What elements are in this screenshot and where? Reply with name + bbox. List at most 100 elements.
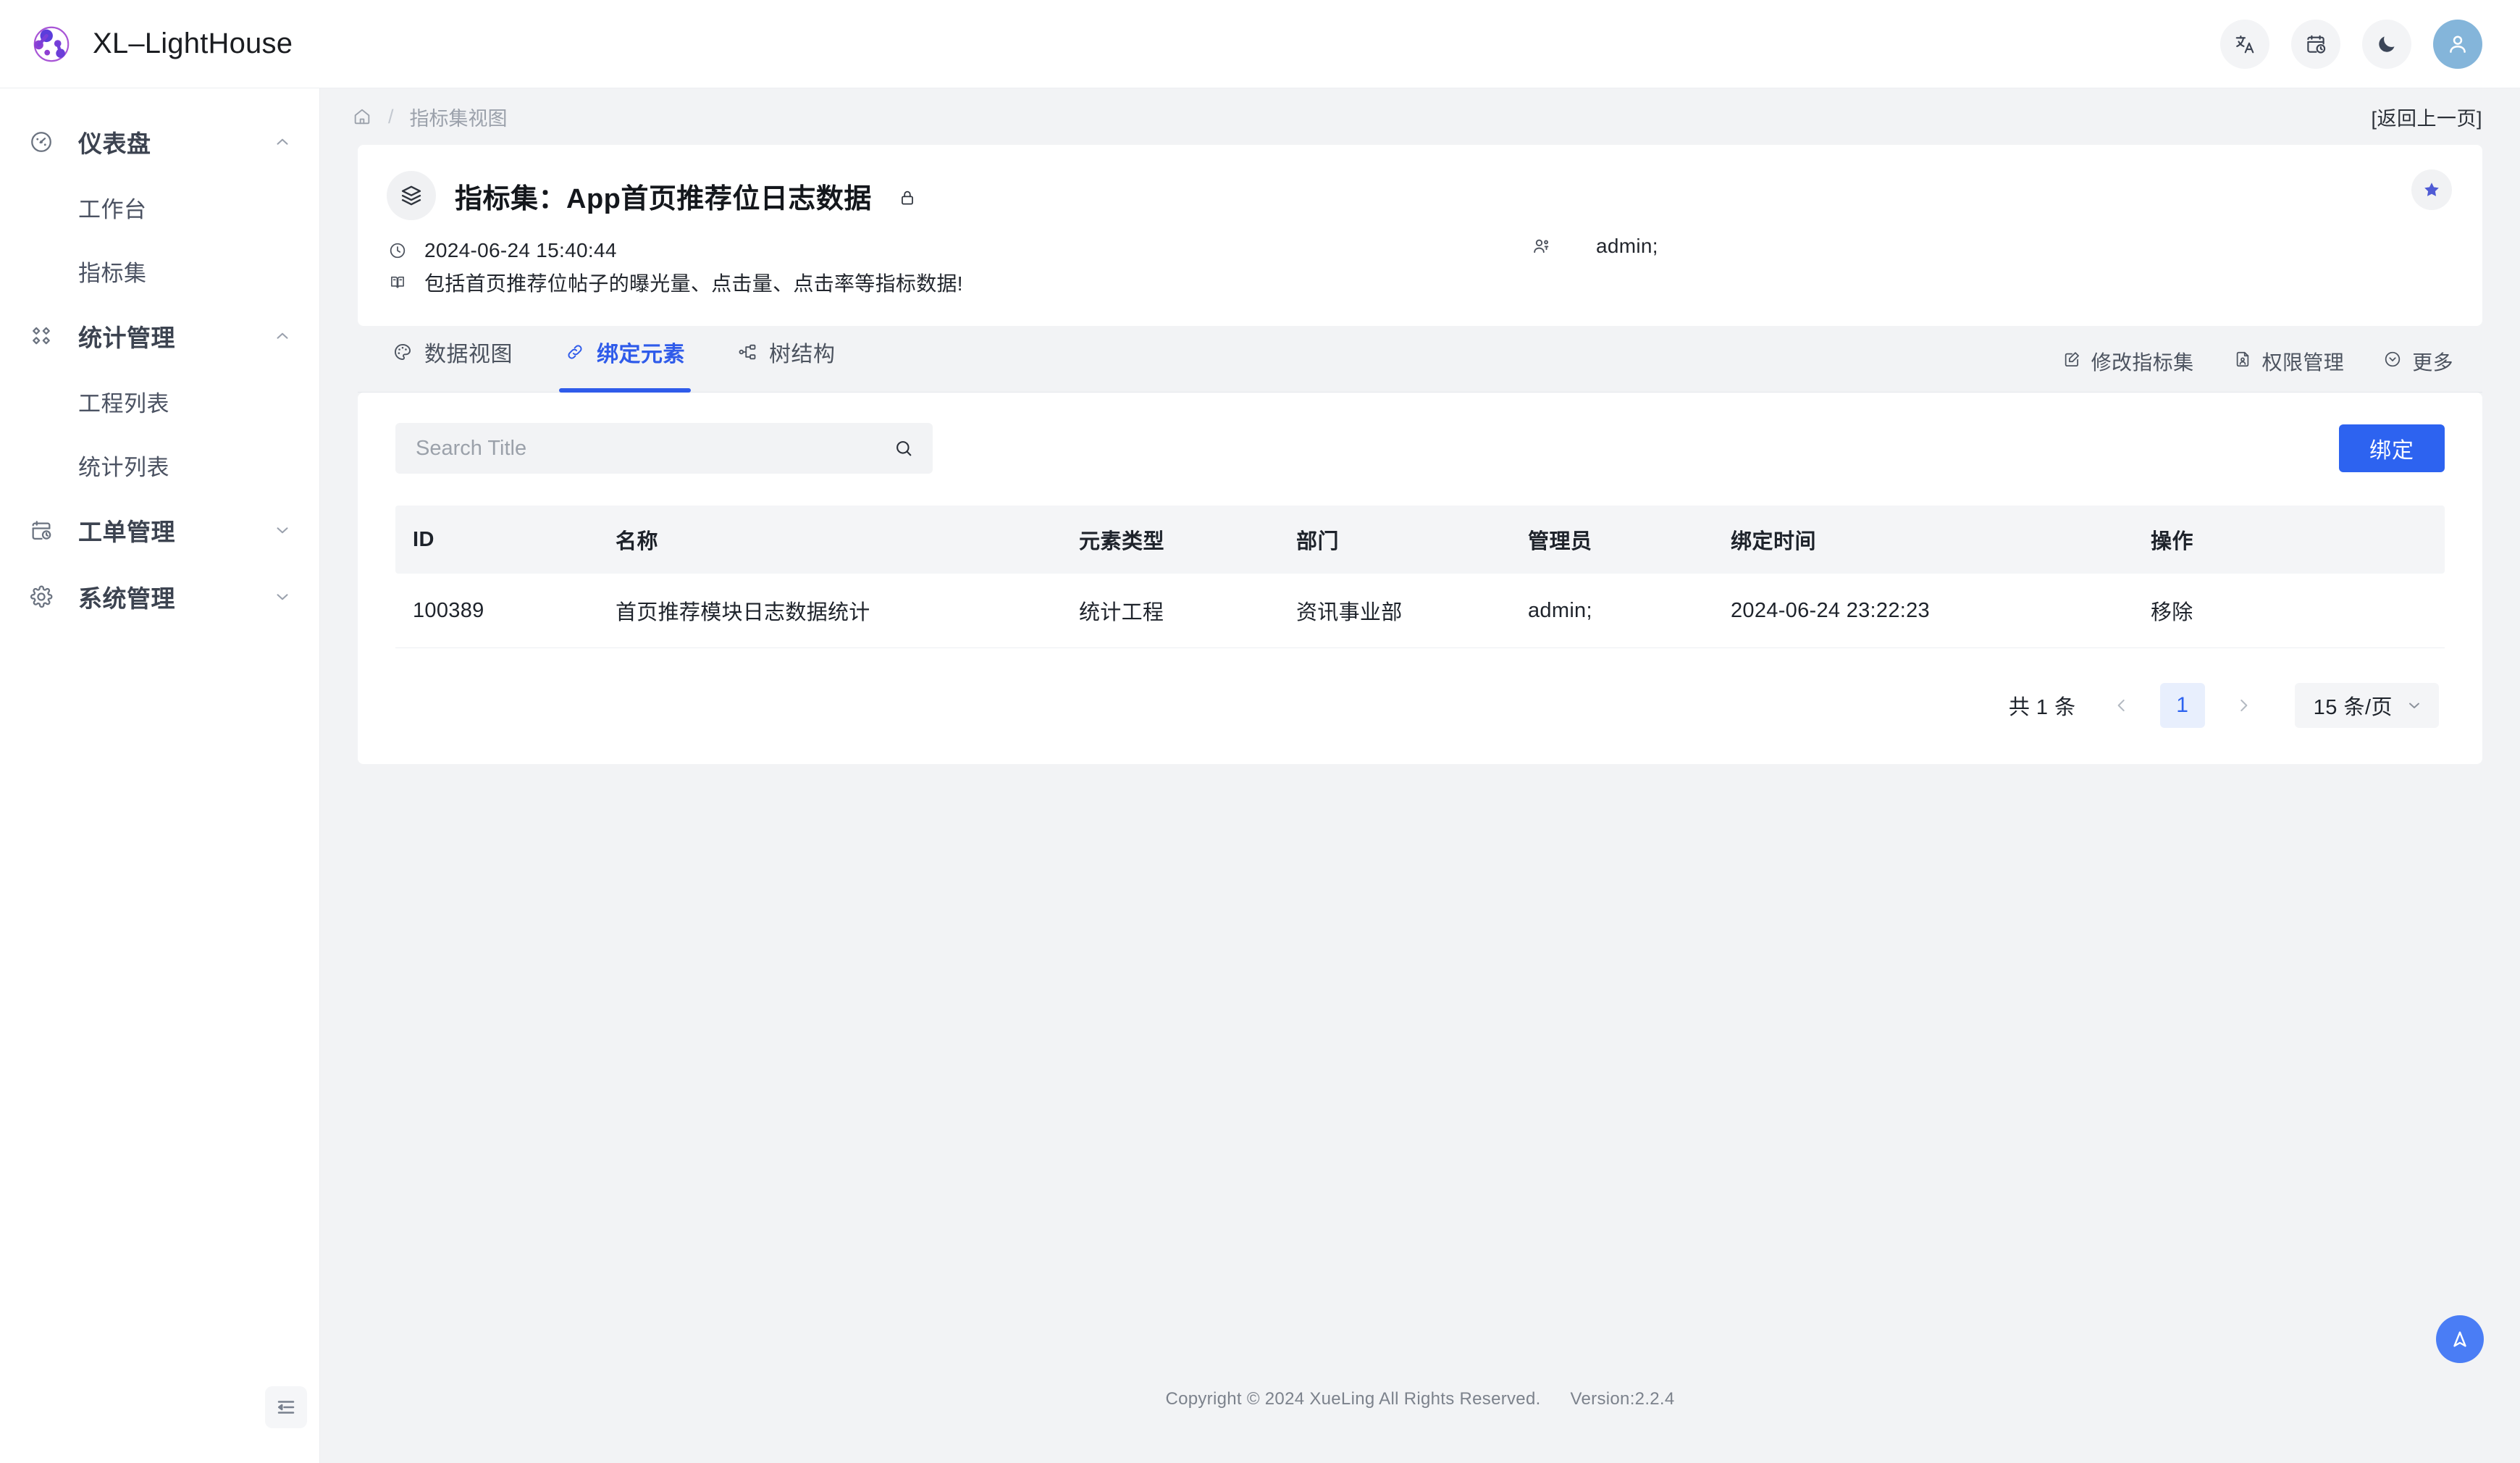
- remove-link[interactable]: 移除: [2133, 574, 2445, 648]
- body: 仪表盘 工作台 指标集 统计管理 工程列表: [0, 88, 2520, 1463]
- users-icon: [1531, 236, 1553, 256]
- permission-management-button[interactable]: 权限管理: [2233, 347, 2345, 376]
- tab-tree-structure[interactable]: 树结构: [731, 326, 841, 392]
- metric-set-time-row: 2024-06-24 15:40:44: [387, 235, 1531, 267]
- dashboard-icon: [25, 130, 58, 154]
- search-input[interactable]: [416, 437, 894, 461]
- tab-data-view[interactable]: 数据视图: [387, 326, 518, 392]
- sidebar-group-statistics[interactable]: 统计管理: [0, 303, 319, 369]
- search-icon[interactable]: [894, 438, 914, 458]
- cell-dept: 资讯事业部: [1279, 574, 1511, 648]
- back-link[interactable]: [返回上一页]: [2371, 103, 2482, 131]
- page-title: 指标集：App首页推荐位日志数据: [455, 176, 872, 216]
- page-size-select[interactable]: 15 条/页: [2295, 683, 2439, 728]
- pagination-total: 共 1 条: [2009, 690, 2076, 721]
- sidebar-item-project-list[interactable]: 工程列表: [0, 369, 319, 433]
- chevron-up-icon: [273, 327, 292, 345]
- more-button[interactable]: 更多: [2383, 347, 2453, 376]
- molecule-logo-icon: [29, 22, 74, 67]
- brand-name: XL–LightHouse: [93, 28, 293, 60]
- bind-elements-panel: 绑定 ID 名称 元素类型 部门 管理员 绑定时间 操作: [358, 393, 2482, 764]
- dark-mode-icon[interactable]: [2362, 20, 2411, 69]
- cell-admin: admin;: [1511, 574, 1713, 648]
- cell-id: 100389: [395, 574, 598, 648]
- table-col-id: ID: [395, 506, 598, 574]
- collapse-sidebar-icon[interactable]: [265, 1386, 307, 1428]
- footer-copyright: Copyright © 2024 XueLing All Rights Rese…: [1165, 1389, 1540, 1409]
- table-col-action: 操作: [2133, 506, 2445, 574]
- page-size-label: 15 条/页: [2314, 690, 2393, 721]
- user-avatar-icon[interactable]: [2433, 20, 2482, 69]
- main-content: / 指标集视图 [返回上一页] 指标集：App首页推荐位日志数据: [320, 88, 2520, 1463]
- sidebar-group-dashboard[interactable]: 仪表盘: [0, 109, 319, 175]
- sidebar-group-label: 仪表盘: [78, 125, 273, 159]
- table-col-admin: 管理员: [1511, 506, 1713, 574]
- sidebar-group-label: 工单管理: [78, 513, 273, 548]
- gear-icon: [25, 584, 58, 609]
- scroll-to-top-icon[interactable]: [2436, 1315, 2484, 1363]
- file-user-icon: [2233, 350, 2252, 374]
- table-head: ID 名称 元素类型 部门 管理员 绑定时间 操作: [395, 506, 2445, 574]
- edit-square-icon: [2062, 350, 2081, 374]
- header-card-wrap: 指标集：App首页推荐位日志数据: [358, 145, 2482, 326]
- pagination-page-1[interactable]: 1: [2160, 683, 2205, 728]
- sidebar-group-workorder[interactable]: 工单管理: [0, 497, 319, 563]
- clock-icon: [387, 241, 408, 260]
- chevron-left-icon[interactable]: [2102, 686, 2141, 725]
- palette-icon: [392, 342, 413, 362]
- pagination: 共 1 条 1 15 条/页: [395, 648, 2445, 739]
- bind-elements-table: ID 名称 元素类型 部门 管理员 绑定时间 操作 100389 首页推荐模块日: [395, 506, 2445, 648]
- chevron-down-icon: [273, 587, 292, 606]
- tab-label: 绑定元素: [597, 336, 685, 368]
- book-icon: [387, 273, 408, 292]
- sidebar-item-workbench[interactable]: 工作台: [0, 175, 319, 239]
- blocks-icon: [25, 324, 58, 348]
- sidebar-item-metric-set[interactable]: 指标集: [0, 239, 319, 303]
- chevron-up-icon: [273, 133, 292, 151]
- chevron-right-icon[interactable]: [2224, 686, 2263, 725]
- table-col-type: 元素类型: [1062, 506, 1279, 574]
- tab-action-label: 修改指标集: [2091, 347, 2194, 376]
- sidebar: 仪表盘 工作台 指标集 统计管理 工程列表: [0, 88, 320, 1463]
- cell-bindtime: 2024-06-24 23:22:23: [1713, 574, 2133, 648]
- metric-set-owner: admin;: [1596, 235, 1658, 258]
- tab-bind-elements[interactable]: 绑定元素: [559, 326, 691, 392]
- sidebar-group-label: 系统管理: [78, 579, 273, 614]
- main-spacer: [320, 764, 2520, 1389]
- tab-action-label: 权限管理: [2262, 347, 2345, 376]
- app-root: XL–LightHouse: [0, 0, 2520, 1463]
- breadcrumb-separator: /: [388, 106, 394, 128]
- lock-icon: [898, 188, 917, 207]
- metric-set-header-card: 指标集：App首页推荐位日志数据: [358, 145, 2482, 326]
- home-icon[interactable]: [352, 106, 372, 127]
- footer: Copyright © 2024 XueLing All Rights Rese…: [320, 1389, 2520, 1463]
- layers-icon: [387, 171, 436, 220]
- top-bar: XL–LightHouse: [0, 0, 2520, 88]
- chevron-down-icon: [273, 521, 292, 540]
- sidebar-item-statistics-list[interactable]: 统计列表: [0, 433, 319, 497]
- edit-metric-set-button[interactable]: 修改指标集: [2062, 347, 2194, 376]
- search-box[interactable]: [395, 423, 933, 474]
- metric-set-time: 2024-06-24 15:40:44: [424, 239, 617, 262]
- breadcrumb-bar: / 指标集视图 [返回上一页]: [320, 88, 2520, 145]
- table-body: 100389 首页推荐模块日志数据统计 统计工程 资讯事业部 admin; 20…: [395, 574, 2445, 648]
- metric-set-meta: 2024-06-24 15:40:44: [387, 235, 2450, 298]
- translate-icon[interactable]: [2220, 20, 2269, 69]
- metric-set-meta-left: 2024-06-24 15:40:44: [387, 235, 1531, 298]
- table-col-dept: 部门: [1279, 506, 1511, 574]
- tab-label: 树结构: [769, 336, 836, 368]
- table-header-row: ID 名称 元素类型 部门 管理员 绑定时间 操作: [395, 506, 2445, 574]
- breadcrumb-current: 指标集视图: [410, 103, 508, 131]
- sidebar-group-system[interactable]: 系统管理: [0, 563, 319, 630]
- metric-set-title-row: 指标集：App首页推荐位日志数据: [387, 171, 2450, 220]
- tab-action-group: 修改指标集 权限管理: [2062, 347, 2453, 392]
- brand[interactable]: XL–LightHouse: [29, 22, 293, 67]
- link-icon: [565, 342, 585, 362]
- table-row[interactable]: 100389 首页推荐模块日志数据统计 统计工程 资讯事业部 admin; 20…: [395, 574, 2445, 648]
- star-icon[interactable]: [2411, 169, 2452, 210]
- tree-structure-icon: [737, 342, 757, 362]
- circle-chevron-down-icon: [2383, 350, 2402, 374]
- bind-button[interactable]: 绑定: [2339, 424, 2445, 472]
- metric-set-owner-row: admin;: [1531, 235, 1658, 258]
- schedule-icon[interactable]: [2291, 20, 2340, 69]
